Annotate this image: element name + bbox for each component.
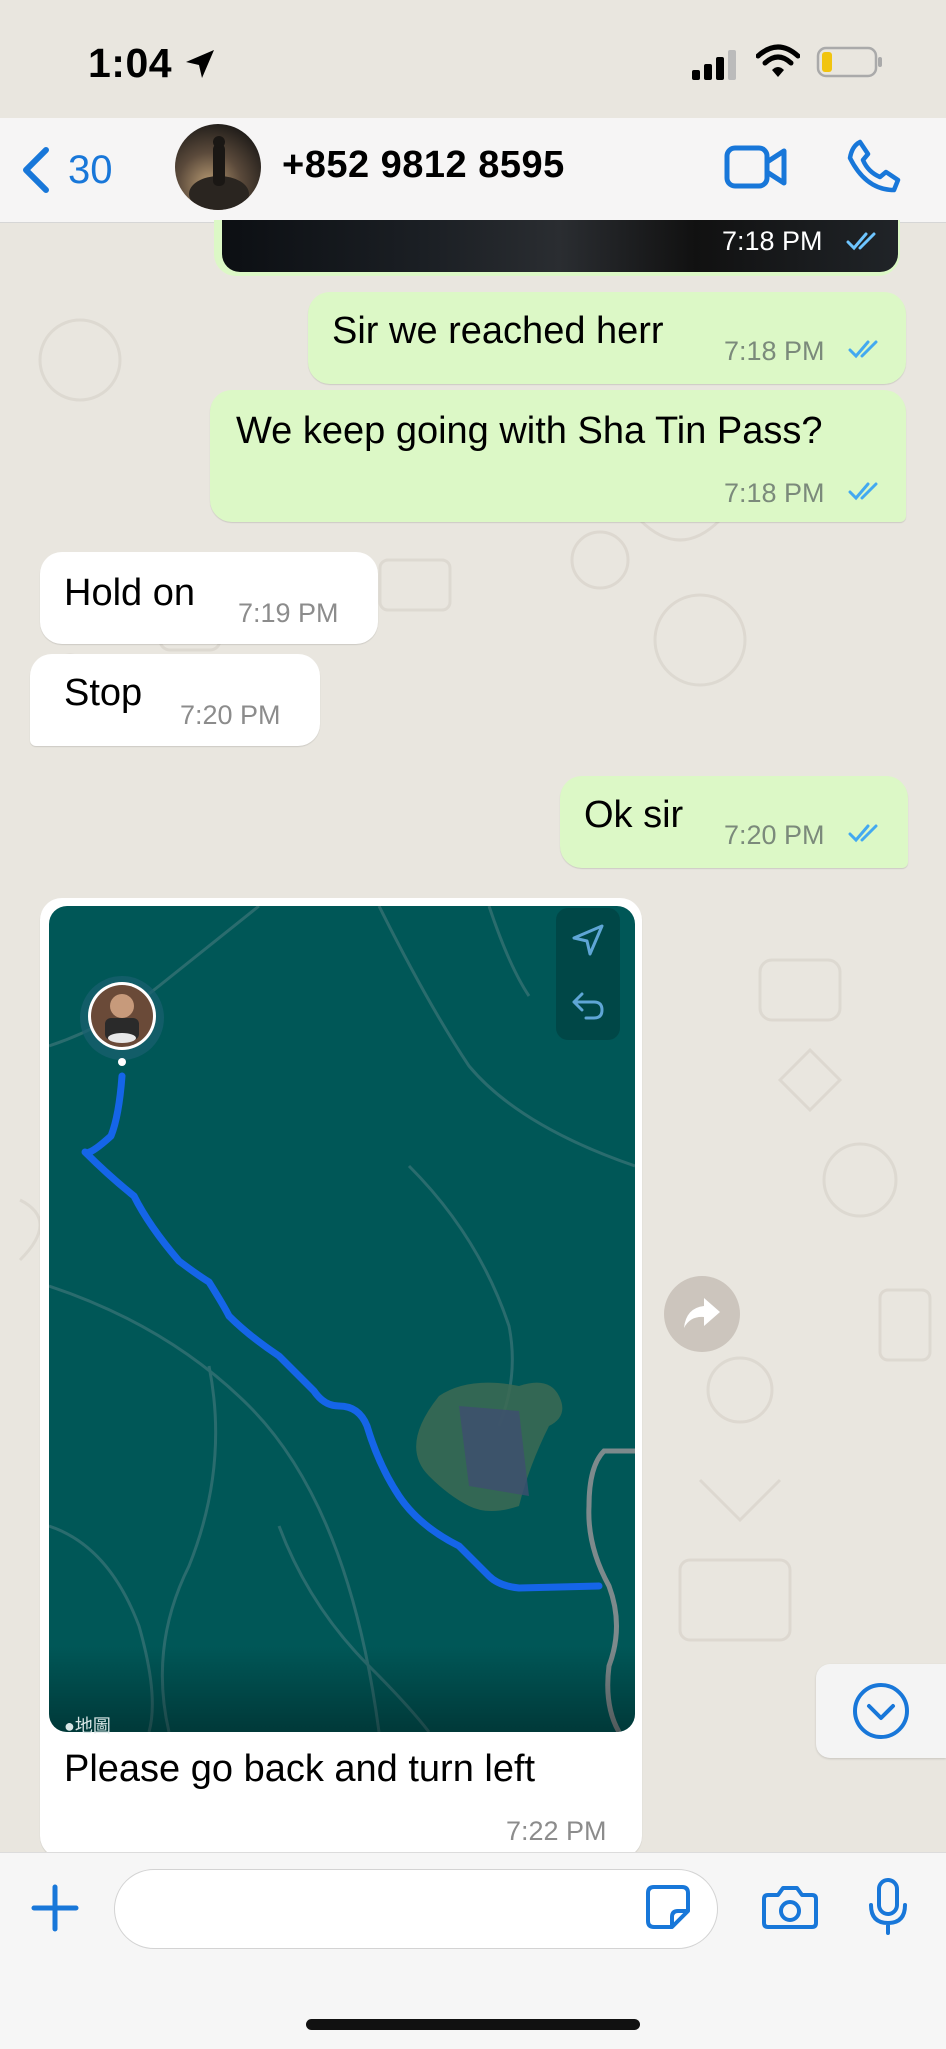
- message-text: Stop: [64, 672, 143, 714]
- chevron-left-icon: [23, 147, 49, 193]
- read-receipt-icon: [846, 232, 876, 251]
- microphone-icon[interactable]: [866, 1877, 910, 1937]
- location-arrow-icon: [186, 50, 214, 78]
- unread-count: 30: [68, 147, 113, 192]
- message-time: 7:20 PM: [724, 820, 825, 850]
- message-time: 7:19 PM: [238, 598, 339, 628]
- attach-plus-icon[interactable]: [30, 1883, 80, 1933]
- contact-name[interactable]: +852 9812 8595: [282, 144, 565, 187]
- apple-logo-icon: ●: [64, 1716, 75, 1736]
- outgoing-message[interactable]: We keep going with Sha Tin Pass? 7:18 PM: [210, 390, 906, 522]
- incoming-message[interactable]: Hold on 7:19 PM: [40, 552, 378, 644]
- message-text: Hold on: [64, 572, 195, 614]
- message-text: Sir we reached herr: [332, 310, 664, 352]
- sticker-icon[interactable]: [644, 1883, 692, 1931]
- message-text: Ok sir: [584, 794, 684, 836]
- message-time: 7:22 PM: [506, 1816, 607, 1846]
- back-button[interactable]: 30: [20, 140, 113, 200]
- maps-brand-text: 地圖: [74, 1716, 111, 1736]
- map-controls: [556, 908, 620, 1040]
- camera-icon[interactable]: [762, 1883, 818, 1931]
- navigation-arrow-icon[interactable]: [570, 922, 606, 958]
- phone-call-icon[interactable]: [846, 138, 902, 194]
- forward-arrow-icon: [684, 1298, 720, 1328]
- message-time: 7:18 PM: [724, 336, 825, 366]
- message-input[interactable]: [139, 1870, 643, 1942]
- map-route-image[interactable]: [49, 906, 635, 1732]
- read-receipt-icon: [848, 824, 878, 843]
- forward-button[interactable]: [664, 1276, 740, 1352]
- maps-brand-label: ●地圖: [64, 1712, 111, 1738]
- wifi-icon: [756, 44, 800, 77]
- status-bar: 1:04: [0, 0, 946, 120]
- undo-arrow-icon[interactable]: [570, 988, 606, 1024]
- message-time: 7:20 PM: [180, 700, 281, 730]
- home-indicator: [306, 2019, 640, 2030]
- chat-header: 30 +852 9812 8595: [0, 118, 946, 223]
- chevron-down-circle-icon: [853, 1683, 909, 1739]
- cellular-signal-icon: [692, 50, 736, 80]
- battery-icon: [816, 46, 882, 78]
- message-time: 7:18 PM: [722, 226, 823, 256]
- contact-avatar[interactable]: [175, 124, 261, 210]
- read-receipt-icon: [848, 340, 878, 359]
- scroll-to-bottom-button[interactable]: [816, 1664, 946, 1758]
- incoming-message[interactable]: Stop 7:20 PM: [30, 654, 320, 746]
- message-composer: [0, 1852, 946, 2049]
- read-receipt-icon: [848, 482, 878, 501]
- message-input-container: [114, 1869, 718, 1949]
- message-text: Please go back and turn left: [64, 1748, 536, 1790]
- video-call-icon[interactable]: [724, 142, 788, 192]
- outgoing-message[interactable]: Ok sir 7:20 PM: [560, 776, 908, 868]
- status-time: 1:04: [88, 40, 173, 86]
- message-text: We keep going with Sha Tin Pass?: [236, 410, 823, 452]
- outgoing-message[interactable]: Sir we reached herr 7:18 PM: [308, 292, 906, 384]
- message-time: 7:18 PM: [724, 478, 825, 508]
